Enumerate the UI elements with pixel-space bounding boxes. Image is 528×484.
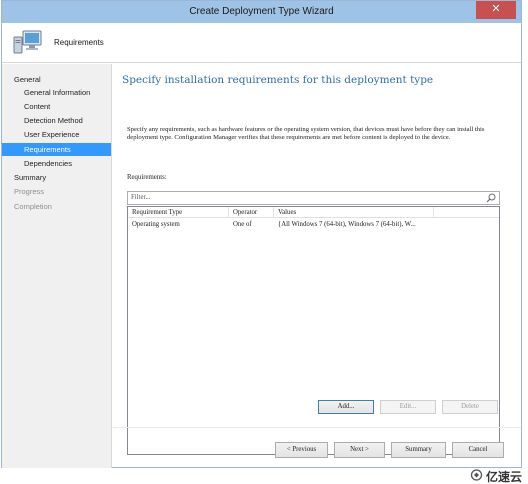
search-icon[interactable] <box>486 193 496 203</box>
cloud-logo-icon <box>470 469 483 481</box>
nav-item-detection-method[interactable]: Detection Method <box>2 114 111 127</box>
column-header-values[interactable]: Values <box>274 207 434 218</box>
wizard-window: Create Deployment Type Wizard ✕ Requirem… <box>1 0 522 468</box>
computer-icon <box>13 30 42 54</box>
wizard-header: Requirements <box>2 23 521 63</box>
page-description: Specify any requirements, such as hardwa… <box>127 126 485 141</box>
list-header: Requirement Type Operator Values <box>128 207 499 218</box>
cell-values: {All Windows 7 (64-bit), Windows 7 (64-b… <box>278 221 416 228</box>
watermark: 亿速云 <box>470 468 522 484</box>
close-button[interactable]: ✕ <box>476 1 516 19</box>
requirements-label: Requirements: <box>127 174 167 181</box>
requirements-list[interactable]: Requirement Type Operator Values Operati… <box>127 206 500 455</box>
nav-item-user-experience[interactable]: User Experience <box>2 128 111 141</box>
filter-placeholder: Filter... <box>131 194 151 201</box>
column-header-requirement-type[interactable]: Requirement Type <box>128 207 229 218</box>
wizard-navigation: General General Information Content Dete… <box>2 64 112 468</box>
cell-operator: One of <box>233 221 252 228</box>
next-button[interactable]: Next > <box>334 442 385 458</box>
page-title: Requirements <box>54 38 104 47</box>
filter-input[interactable]: Filter... <box>127 191 500 205</box>
nav-item-general[interactable]: General <box>2 73 111 86</box>
page-heading: Specify installation requirements for th… <box>122 74 434 86</box>
nav-item-general-information[interactable]: General Information <box>2 86 111 99</box>
nav-item-progress: Progress <box>14 187 45 196</box>
cancel-button[interactable]: Cancel <box>452 442 504 458</box>
delete-requirement-button: Delete <box>442 400 498 414</box>
footer-divider <box>113 427 521 428</box>
nav-item-dependencies[interactable]: Dependencies <box>2 157 111 170</box>
nav-item-summary[interactable]: Summary <box>2 171 111 184</box>
watermark-text: 亿速云 <box>485 470 522 484</box>
title-bar[interactable]: Create Deployment Type Wizard ✕ <box>2 1 521 23</box>
cell-requirement-type: Operating system <box>132 221 180 228</box>
summary-button[interactable]: Summary <box>391 442 446 458</box>
window-title: Create Deployment Type Wizard <box>189 6 334 17</box>
edit-requirement-button: Edit... <box>380 400 436 414</box>
table-row[interactable]: Operating system One of {All Windows 7 (… <box>128 219 499 230</box>
previous-button[interactable]: < Previous <box>275 442 328 458</box>
nav-item-completion: Completion <box>14 202 52 211</box>
wizard-content: Specify installation requirements for th… <box>113 64 521 468</box>
nav-item-requirements[interactable]: Requirements <box>2 143 111 156</box>
column-header-operator[interactable]: Operator <box>229 207 274 218</box>
nav-item-content[interactable]: Content <box>2 100 111 113</box>
add-requirement-button[interactable]: Add... <box>318 400 374 414</box>
